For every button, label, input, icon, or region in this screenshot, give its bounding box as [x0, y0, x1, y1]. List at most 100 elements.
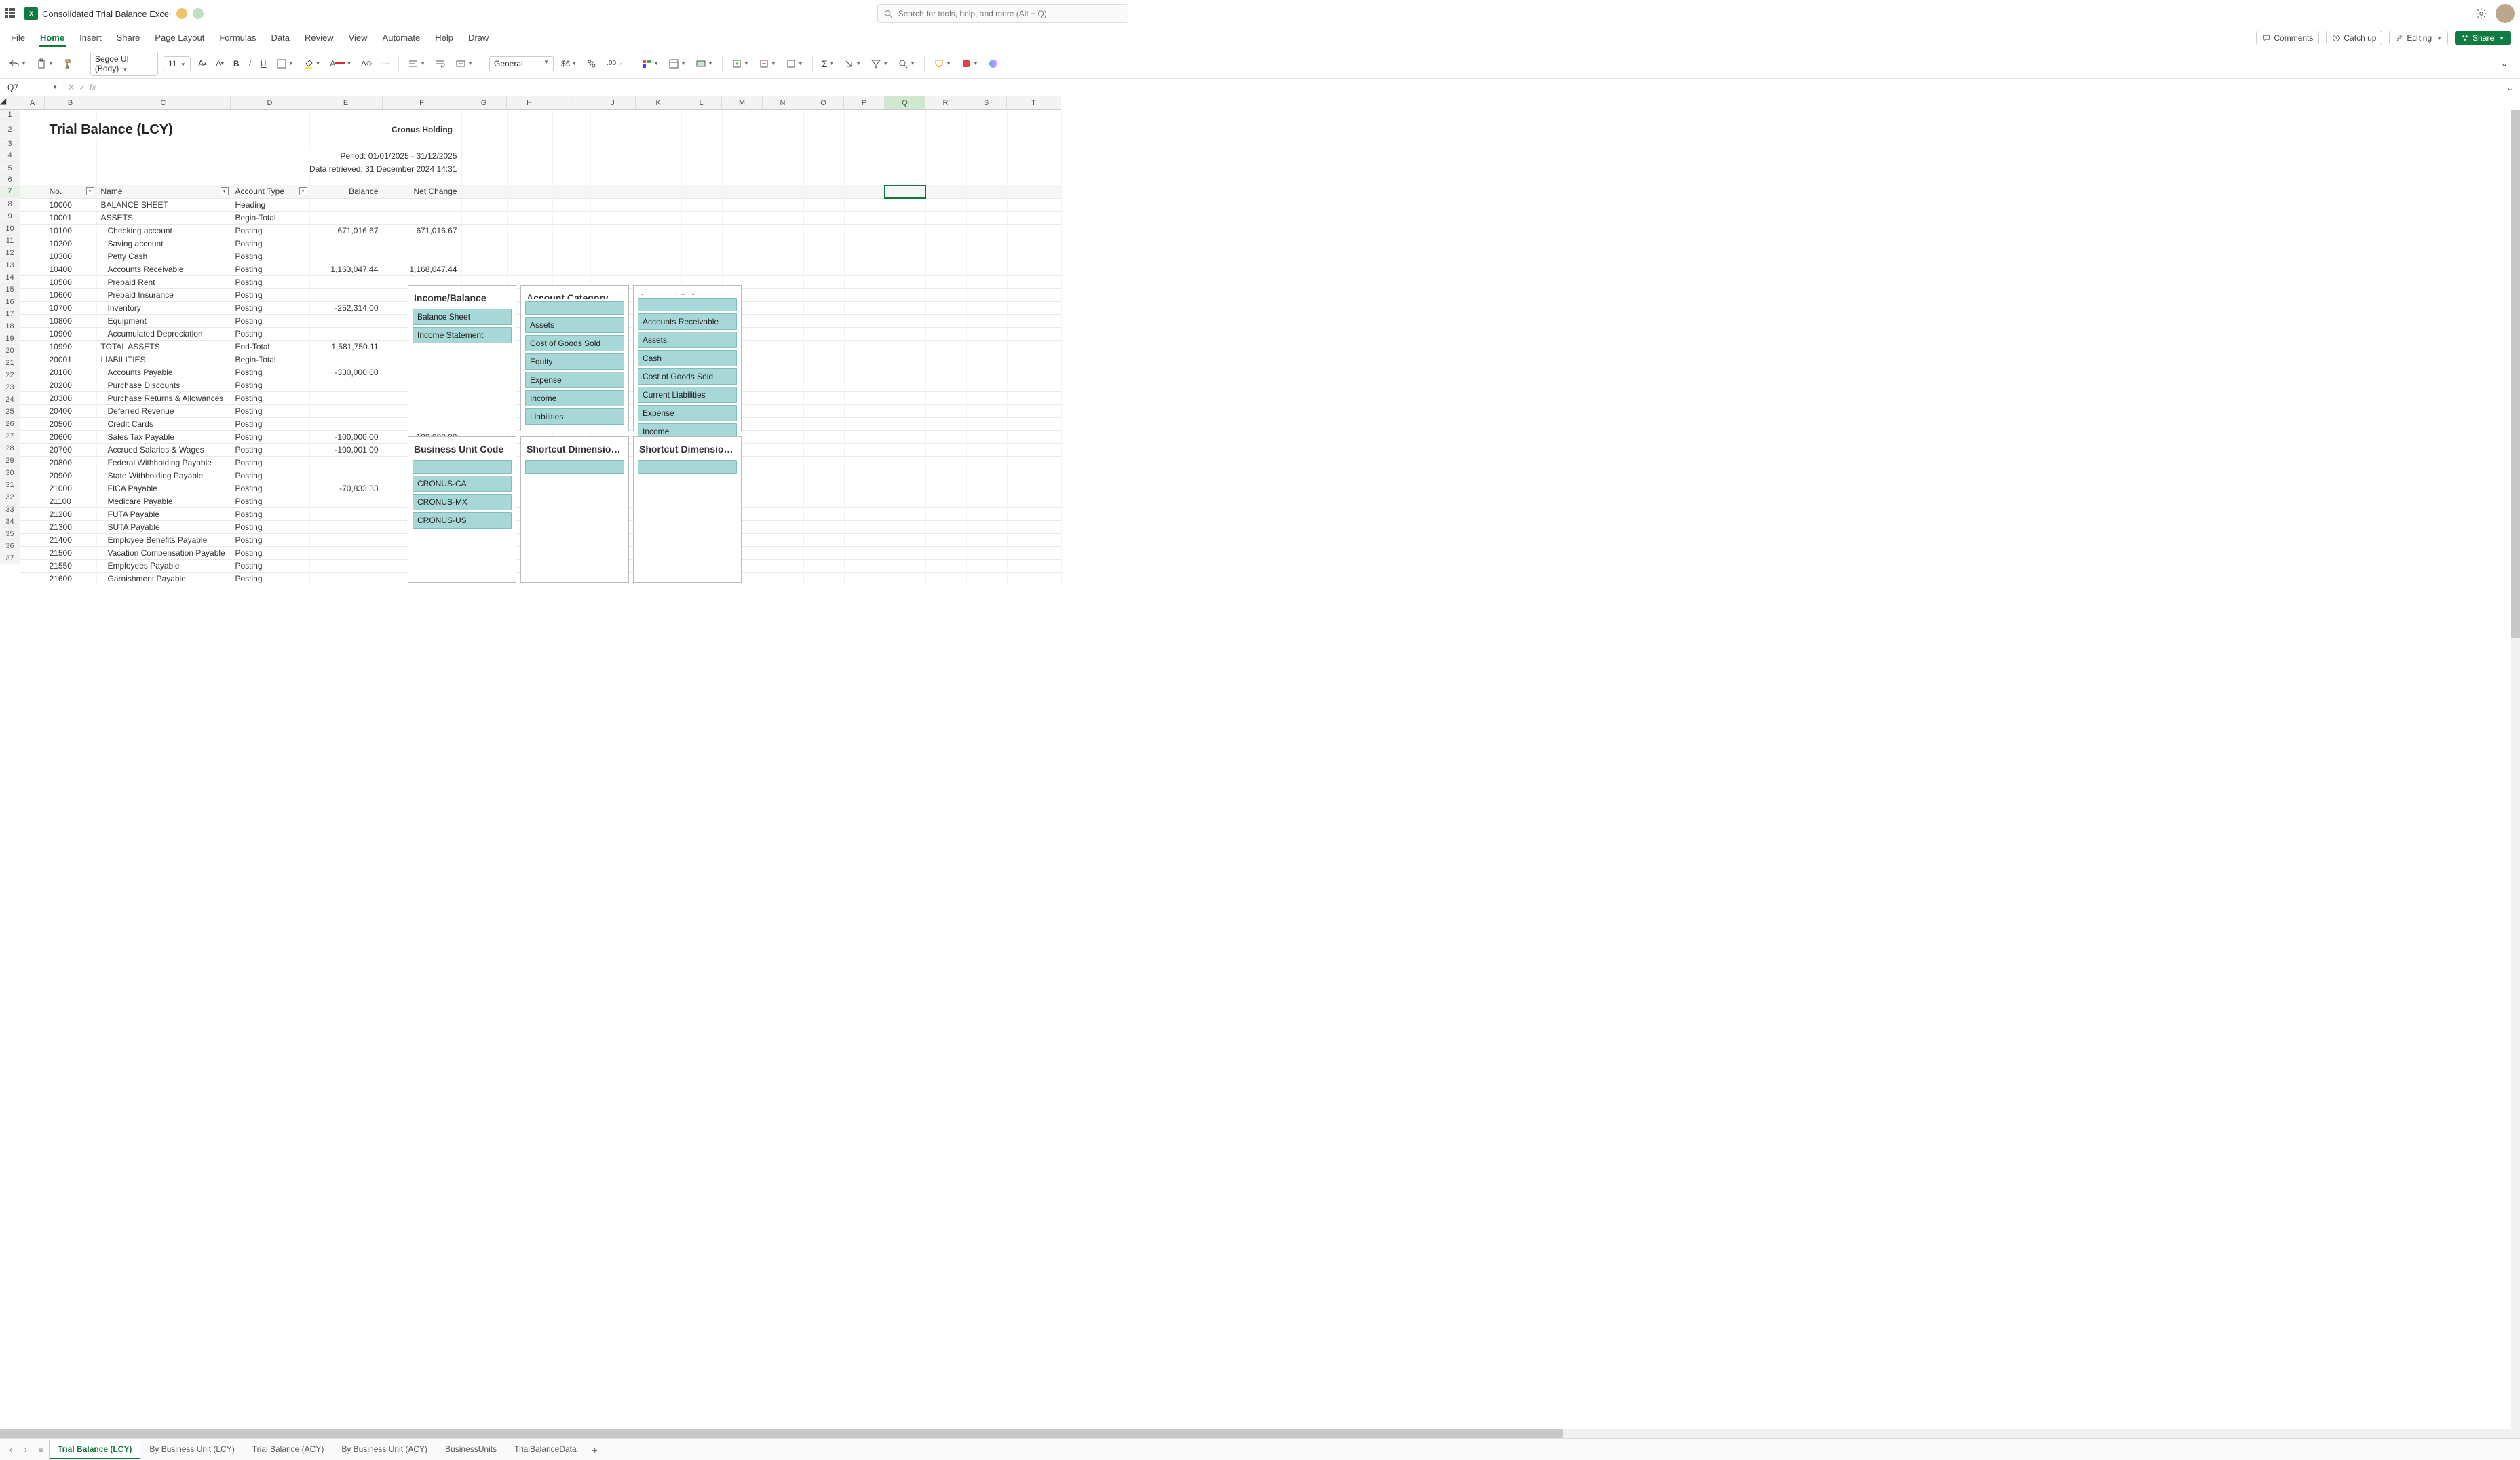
cell-balance[interactable]	[309, 379, 383, 391]
cell[interactable]	[803, 353, 844, 366]
cell[interactable]	[1007, 340, 1061, 353]
row-header[interactable]: 20	[0, 345, 20, 357]
cell[interactable]	[844, 572, 885, 585]
cell[interactable]	[681, 198, 722, 211]
slicer-item[interactable]: CRONUS-US	[413, 512, 512, 529]
cell[interactable]	[925, 469, 966, 482]
cell[interactable]	[681, 211, 722, 224]
cell-balance[interactable]	[309, 507, 383, 520]
row-header[interactable]: 11	[0, 235, 20, 247]
cell[interactable]	[722, 211, 763, 224]
cell-name[interactable]: BALANCE SHEET	[96, 198, 231, 211]
cell[interactable]	[681, 263, 722, 275]
cell[interactable]	[1007, 443, 1061, 456]
clipboard-button[interactable]: ▼	[34, 56, 56, 71]
menu-share[interactable]: Share	[115, 30, 142, 47]
cell-no[interactable]: 10990	[45, 340, 96, 353]
cell[interactable]	[1007, 185, 1061, 198]
cell[interactable]	[552, 149, 590, 162]
underline-button[interactable]: U	[259, 57, 269, 71]
cell-balance[interactable]	[309, 495, 383, 507]
cell[interactable]	[1007, 495, 1061, 507]
cell-name[interactable]: Prepaid Insurance	[96, 288, 231, 301]
cell[interactable]	[885, 366, 925, 379]
cell-account-type[interactable]: Posting	[231, 546, 309, 559]
cell[interactable]	[507, 110, 552, 120]
cell[interactable]	[552, 162, 590, 175]
slicer-item[interactable]: CRONUS-MX	[413, 494, 512, 510]
cell[interactable]	[1007, 430, 1061, 443]
wrap-text-button[interactable]	[433, 56, 448, 71]
cell[interactable]	[925, 149, 966, 162]
cell[interactable]	[803, 301, 844, 314]
cell-account-type[interactable]: Posting	[231, 263, 309, 275]
cell[interactable]	[20, 237, 45, 250]
cell[interactable]	[1007, 198, 1061, 211]
cell-balance[interactable]	[309, 391, 383, 404]
cell[interactable]	[803, 366, 844, 379]
insert-cells-button[interactable]: +▼	[729, 56, 751, 71]
cell[interactable]	[803, 533, 844, 546]
col-header-J[interactable]: J	[590, 96, 636, 109]
cell[interactable]	[1007, 327, 1061, 340]
row-header[interactable]: 6	[0, 175, 20, 185]
cell[interactable]	[844, 546, 885, 559]
cell[interactable]	[722, 162, 763, 175]
cell[interactable]	[925, 314, 966, 327]
clear-button[interactable]: ▼	[841, 56, 863, 71]
row-header[interactable]: 16	[0, 296, 20, 308]
cell[interactable]	[507, 120, 552, 139]
slicer-item[interactable]: Cost of Goods Sold	[525, 335, 624, 351]
cell[interactable]	[552, 224, 590, 237]
cell-account-type[interactable]: Posting	[231, 275, 309, 288]
cell[interactable]	[925, 443, 966, 456]
cell[interactable]	[636, 198, 681, 211]
cell-no[interactable]: 21300	[45, 520, 96, 533]
cell[interactable]	[925, 546, 966, 559]
cell[interactable]	[461, 139, 507, 149]
cell[interactable]	[966, 110, 1007, 120]
cell-account-type[interactable]: Posting	[231, 404, 309, 417]
number-format-select[interactable]: General ▼	[489, 56, 554, 71]
cell[interactable]	[803, 456, 844, 469]
cell[interactable]	[1007, 120, 1061, 139]
cell-name[interactable]: Garnishment Payable	[96, 572, 231, 585]
ribbon-expand-icon[interactable]: ⌄	[2501, 59, 2513, 69]
cell[interactable]	[925, 404, 966, 417]
slicer-item[interactable]	[413, 460, 512, 474]
cell[interactable]	[885, 275, 925, 288]
cell[interactable]	[885, 327, 925, 340]
cell-account-type[interactable]: Posting	[231, 482, 309, 495]
cell[interactable]	[20, 162, 45, 175]
cell[interactable]	[925, 379, 966, 391]
cell[interactable]	[636, 120, 681, 139]
cell[interactable]	[925, 430, 966, 443]
cell[interactable]	[20, 482, 45, 495]
cell[interactable]	[763, 185, 803, 198]
cell[interactable]	[844, 340, 885, 353]
cell[interactable]	[885, 263, 925, 275]
format-painter-button[interactable]	[61, 56, 76, 71]
cell[interactable]	[722, 237, 763, 250]
currency-button[interactable]: $€▼	[559, 57, 579, 71]
menu-data[interactable]: Data	[270, 30, 291, 47]
row-header[interactable]: 28	[0, 442, 20, 455]
cell[interactable]	[20, 559, 45, 572]
cell[interactable]	[803, 288, 844, 301]
cell[interactable]	[966, 340, 1007, 353]
col-header-S[interactable]: S	[966, 96, 1007, 109]
cell[interactable]	[885, 507, 925, 520]
cell-name[interactable]: Accounts Payable	[96, 366, 231, 379]
cell[interactable]	[885, 340, 925, 353]
table-header-balance[interactable]: Balance	[309, 185, 383, 198]
menu-insert[interactable]: Insert	[78, 30, 103, 47]
borders-button[interactable]: ▼	[274, 56, 296, 71]
cell[interactable]	[803, 327, 844, 340]
formula-input[interactable]	[101, 81, 2502, 94]
cell-account-type[interactable]: Posting	[231, 533, 309, 546]
cell[interactable]	[636, 110, 681, 120]
clear-formatting-button[interactable]: A◇	[359, 57, 374, 70]
cell[interactable]	[681, 149, 722, 162]
col-header-M[interactable]: M	[722, 96, 763, 109]
col-header-T[interactable]: T	[1007, 96, 1061, 109]
